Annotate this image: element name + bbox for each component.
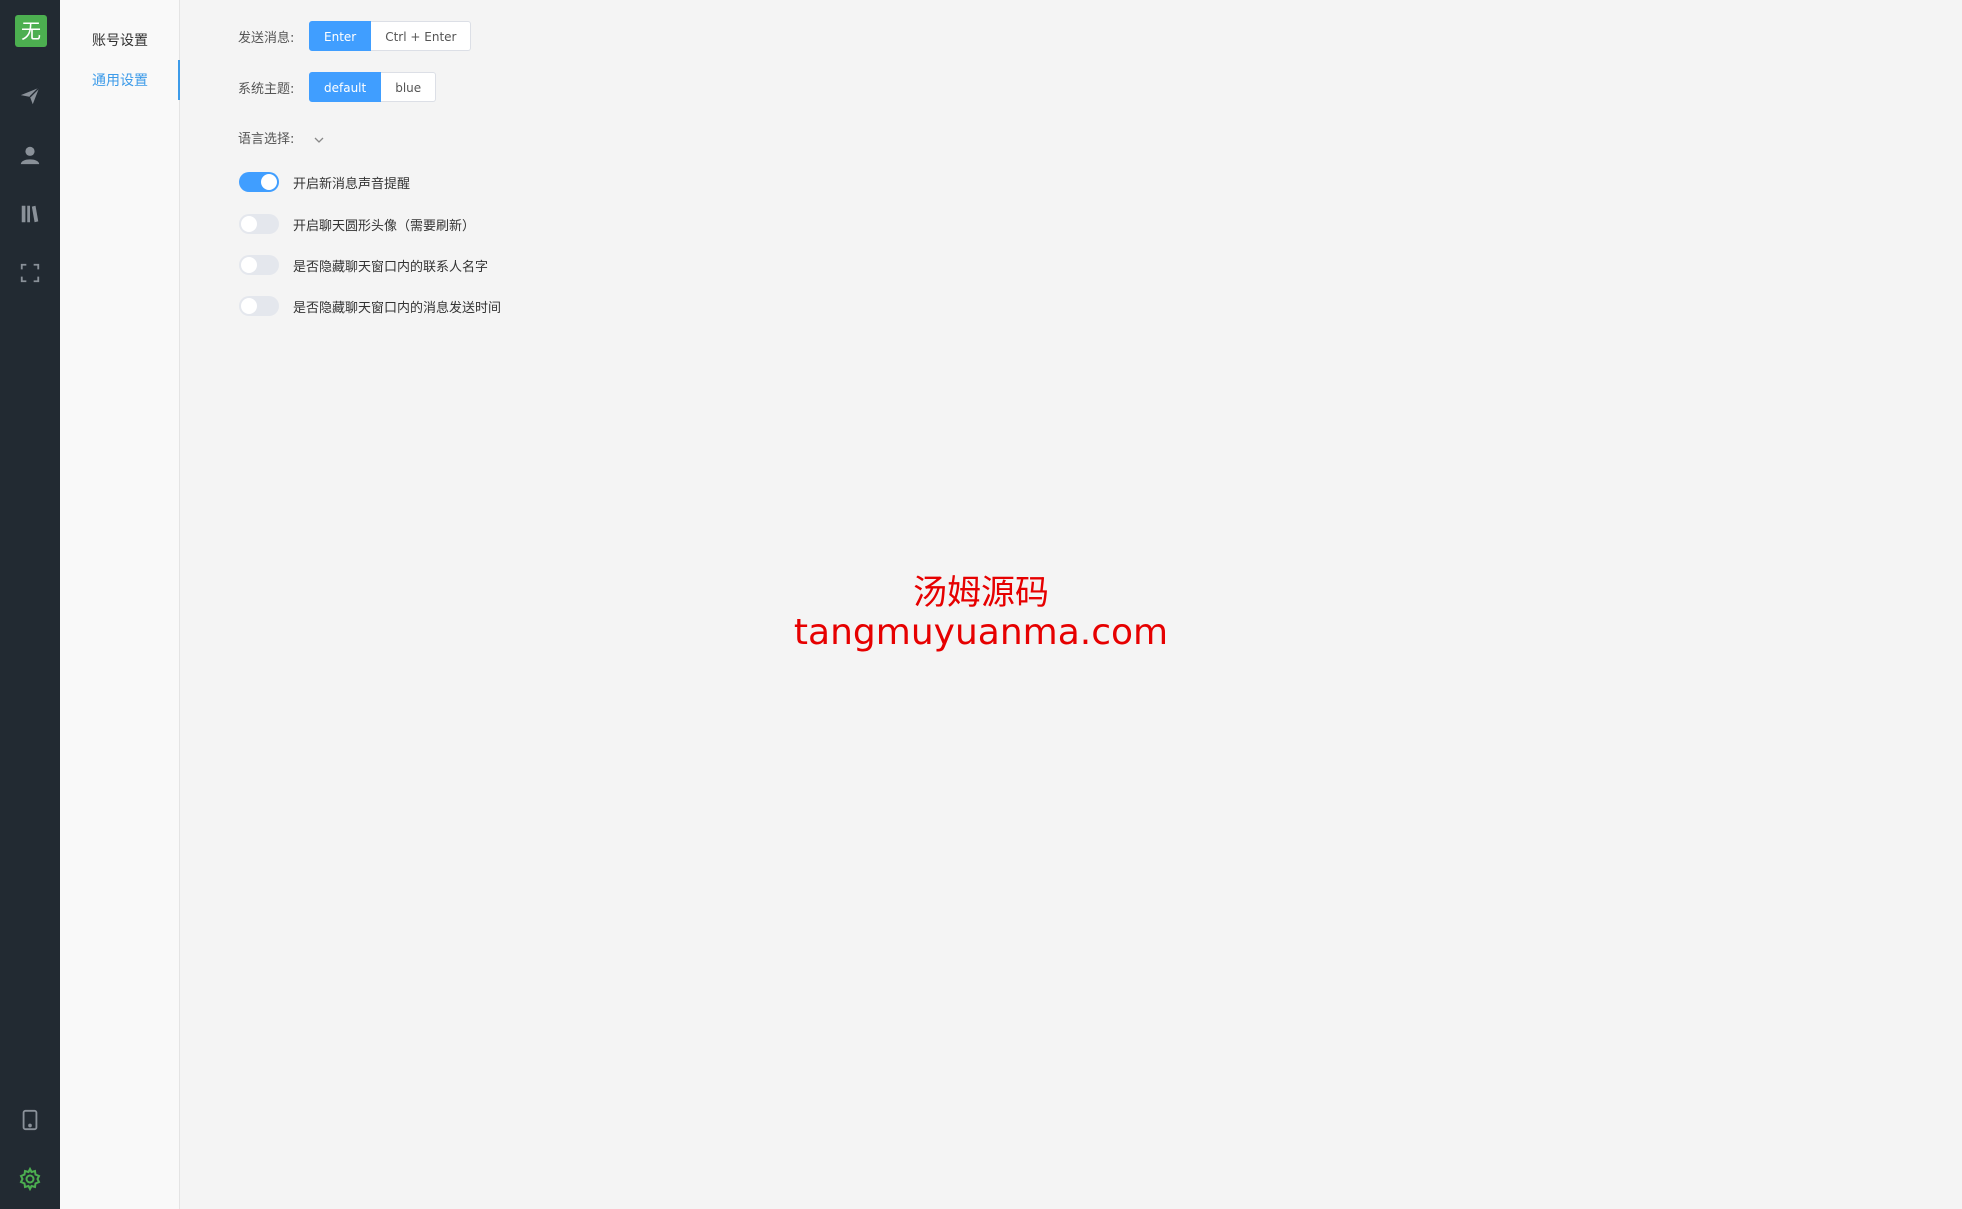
toggle-knob	[241, 257, 257, 273]
toggle-knob	[261, 174, 277, 190]
subnav-item-general-settings[interactable]: 通用设置	[92, 70, 148, 90]
theme-blue-button[interactable]: blue	[381, 72, 437, 102]
gear-icon[interactable]	[15, 1164, 45, 1194]
theme-button-group: default blue	[309, 72, 437, 102]
sound-alert-toggle[interactable]	[239, 172, 279, 192]
send-message-button-group: Enter Ctrl + Enter	[309, 21, 472, 51]
toggle-knob	[241, 216, 257, 232]
app-window: 无 账号设置 通用设置 发送消息: Enter Ctrl + Enter 系统主…	[0, 0, 1962, 1209]
icon-rail: 无	[0, 0, 60, 1209]
setting-toggle-row: 是否隐藏聊天窗口内的联系人名字	[239, 255, 488, 275]
paper-plane-icon[interactable]	[15, 81, 45, 111]
app-logo[interactable]: 无	[15, 15, 47, 47]
setting-toggle-row: 开启聊天圆形头像（需要刷新）	[239, 214, 475, 234]
language-label: 语言选择:	[238, 132, 295, 147]
send-enter-button[interactable]: Enter	[309, 21, 372, 51]
language-select-chevron-down-icon[interactable]	[313, 131, 325, 150]
settings-subnav: 账号设置 通用设置	[60, 0, 180, 1209]
fullscreen-icon[interactable]	[15, 258, 45, 288]
hide-message-time-toggle[interactable]	[239, 296, 279, 316]
hide-contact-name-toggle[interactable]	[239, 255, 279, 275]
toggle-knob	[241, 298, 257, 314]
general-settings-panel: 发送消息: Enter Ctrl + Enter 系统主题: default b…	[180, 0, 1962, 1209]
send-ctrl-enter-button[interactable]: Ctrl + Enter	[371, 21, 472, 51]
subnav-item-account-settings[interactable]: 账号设置	[92, 30, 148, 50]
user-icon[interactable]	[15, 140, 45, 170]
tablet-icon[interactable]	[15, 1105, 45, 1135]
round-avatar-toggle[interactable]	[239, 214, 279, 234]
sound-alert-label: 开启新消息声音提醒	[293, 176, 411, 192]
hide-message-time-label: 是否隐藏聊天窗口内的消息发送时间	[293, 300, 502, 316]
theme-default-button[interactable]: default	[309, 72, 382, 102]
send-message-label: 发送消息:	[238, 31, 295, 46]
setting-toggle-row: 是否隐藏聊天窗口内的消息发送时间	[239, 296, 501, 316]
setting-toggle-row: 开启新消息声音提醒	[239, 172, 410, 192]
round-avatar-label: 开启聊天圆形头像（需要刷新）	[293, 218, 476, 234]
hide-contact-name-label: 是否隐藏聊天窗口内的联系人名字	[293, 259, 489, 275]
books-icon[interactable]	[15, 199, 45, 229]
theme-label: 系统主题:	[238, 82, 295, 97]
